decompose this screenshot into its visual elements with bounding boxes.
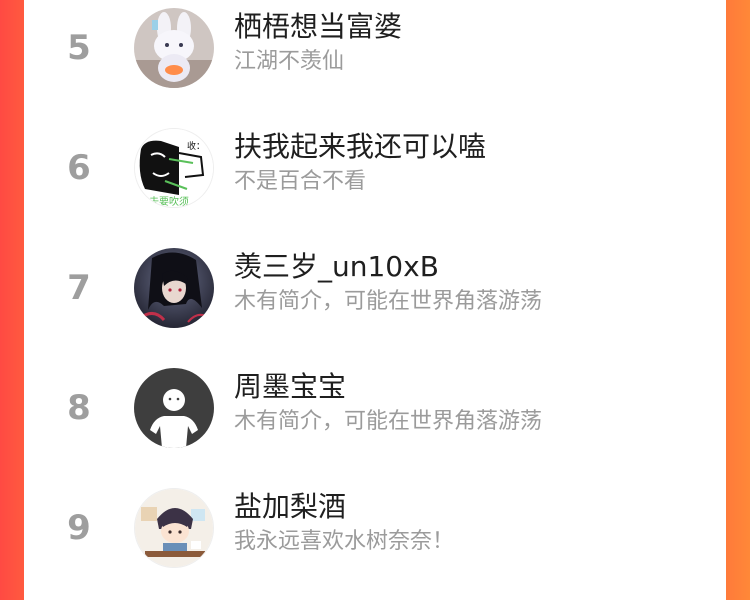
avatar-anime-dark[interactable] bbox=[134, 248, 214, 328]
rank-number: 6 bbox=[67, 148, 91, 188]
avatar-caption-top: 收： bbox=[187, 140, 205, 152]
user-description: 江湖不羡仙 bbox=[234, 49, 345, 74]
user-description: 木有简介，可能在世界角落游荡 bbox=[234, 289, 543, 314]
avatar-chibi-image bbox=[135, 489, 213, 567]
ranking-list-panel: 5 栖梧想当富婆 江湖不羡仙 6 收： 去要吹须 扶我起来我还可以嗑 不是百合不… bbox=[24, 0, 726, 585]
rank-number: 9 bbox=[67, 508, 91, 548]
user-name[interactable]: 盐加梨酒 bbox=[234, 490, 346, 524]
avatar-bunny-plush[interactable] bbox=[134, 8, 214, 88]
avatar-bunny-image bbox=[134, 8, 214, 88]
ranking-row-5[interactable]: 5 栖梧想当富婆 江湖不羡仙 bbox=[24, 0, 726, 120]
ranking-row-6[interactable]: 6 收： 去要吹须 扶我起来我还可以嗑 不是百合不看 bbox=[24, 120, 726, 240]
rank-number: 8 bbox=[67, 388, 91, 428]
avatar-chibi-boy[interactable] bbox=[134, 488, 214, 568]
ranking-row-9[interactable]: 9 盐加梨酒 我永远喜欢水树奈奈！ bbox=[24, 480, 726, 600]
ranking-row-8[interactable]: 8 周墨宝宝 木有简介，可能在世界角落游荡 bbox=[24, 360, 726, 480]
avatar-anime-image bbox=[134, 248, 214, 328]
avatar-meme-image: 收： 去要吹须 bbox=[135, 129, 213, 208]
rank-number: 7 bbox=[67, 268, 91, 308]
default-user-icon bbox=[134, 368, 214, 448]
avatar-default-placeholder[interactable] bbox=[134, 368, 214, 448]
user-description: 不是百合不看 bbox=[234, 169, 367, 194]
user-name[interactable]: 扶我起来我还可以嗑 bbox=[234, 130, 486, 164]
user-name[interactable]: 栖梧想当富婆 bbox=[234, 10, 402, 44]
user-description: 木有简介，可能在世界角落游荡 bbox=[234, 409, 543, 434]
ranking-row-7[interactable]: 7 羡三岁_un10xB 木有简介，可能在世界角落游荡 bbox=[24, 240, 726, 360]
avatar-meme-face[interactable]: 收： 去要吹须 bbox=[134, 128, 214, 208]
avatar-caption-bottom: 去要吹须 bbox=[149, 195, 189, 208]
rank-number: 5 bbox=[67, 28, 91, 68]
user-name[interactable]: 羡三岁_un10xB bbox=[234, 250, 439, 284]
user-description: 我永远喜欢水树奈奈！ bbox=[234, 529, 455, 554]
user-name[interactable]: 周墨宝宝 bbox=[234, 370, 346, 404]
